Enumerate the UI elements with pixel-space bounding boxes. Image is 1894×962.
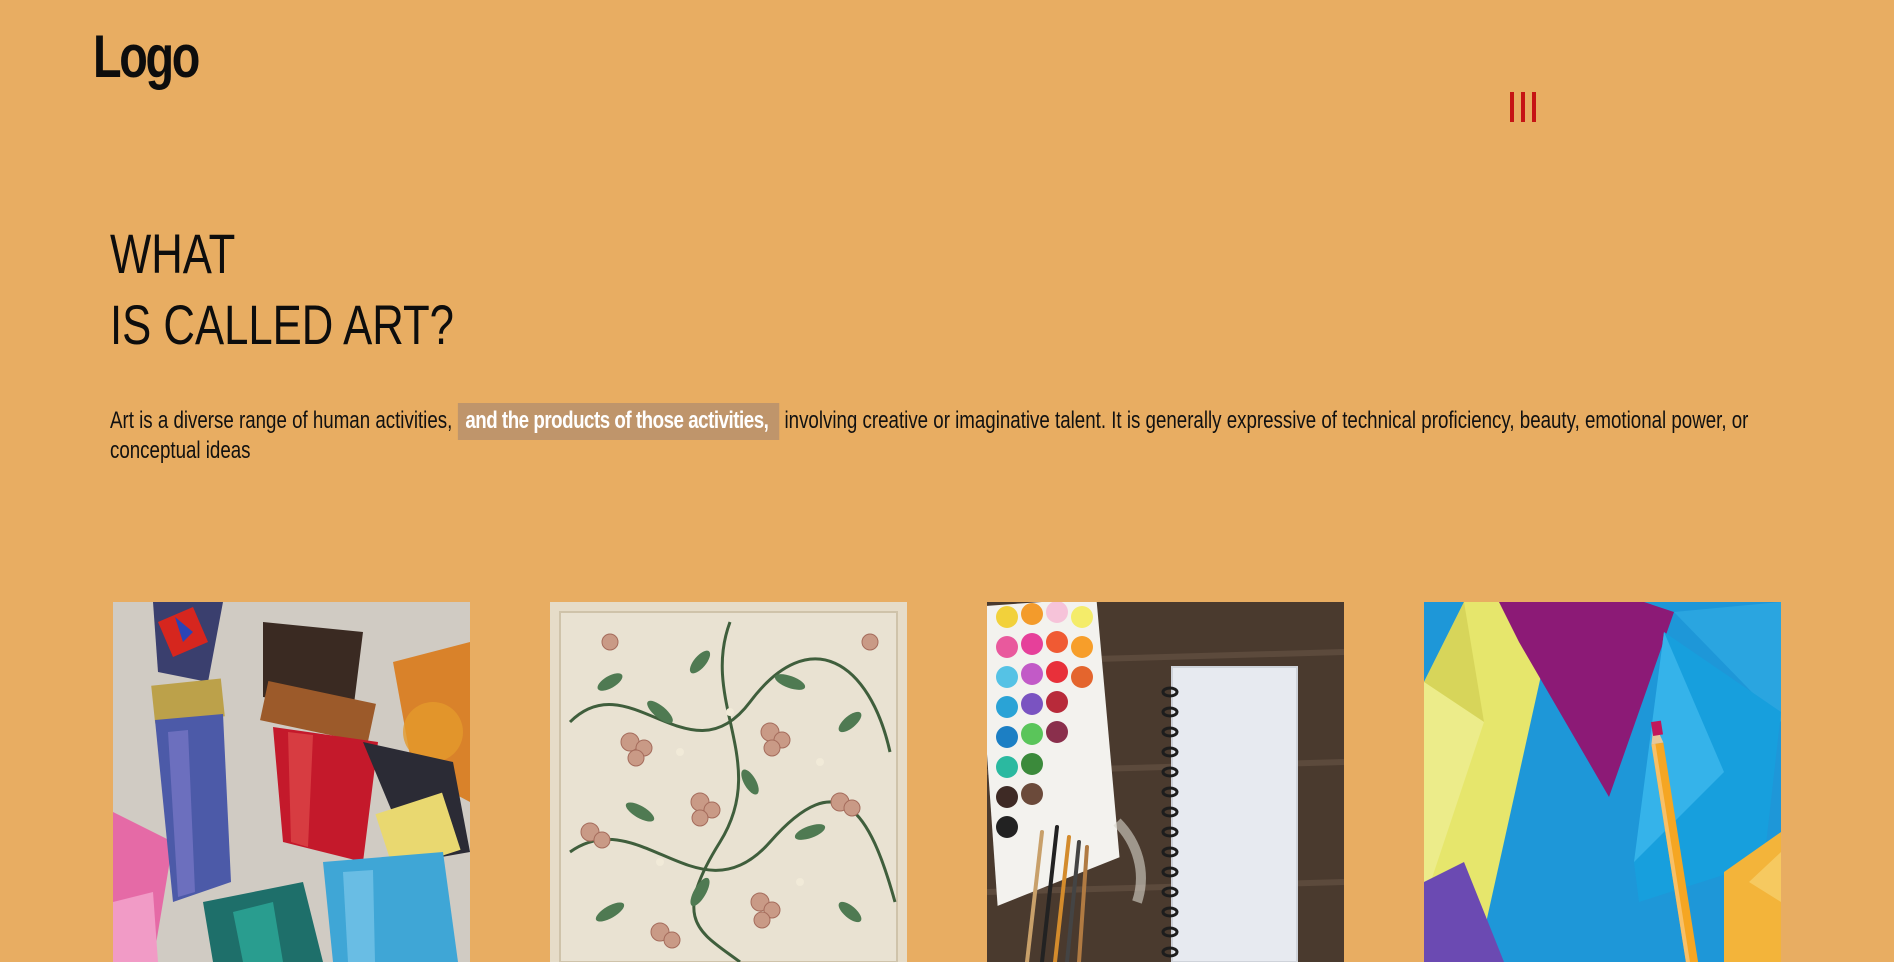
intro-paragraph: Art is a diverse range of human activiti… [110, 403, 1787, 466]
envelopes-pencil-image [1424, 602, 1781, 962]
title-line-2: IS CALLED ART? [110, 293, 454, 356]
menu-button[interactable] [1505, 92, 1541, 122]
floral-pattern-image [550, 602, 907, 962]
watercolor-palette-notebook-image [987, 602, 1344, 962]
intro-text-before: Art is a diverse range of human activiti… [110, 407, 453, 434]
gallery-image-envelopes[interactable] [1424, 602, 1781, 962]
intro-highlight: and the products of those activities, [457, 403, 780, 440]
menu-bars-icon [1510, 92, 1514, 122]
gallery-image-brushes[interactable] [113, 602, 470, 962]
gallery-image-palette[interactable] [987, 602, 1344, 962]
title-line-1: WHAT [110, 222, 236, 285]
paint-brushes-image [113, 602, 470, 962]
gallery-image-floral[interactable] [550, 602, 907, 962]
page-title: WHAT IS CALLED ART? [110, 218, 454, 360]
logo[interactable]: Logo [93, 22, 200, 92]
image-gallery [113, 602, 1781, 962]
